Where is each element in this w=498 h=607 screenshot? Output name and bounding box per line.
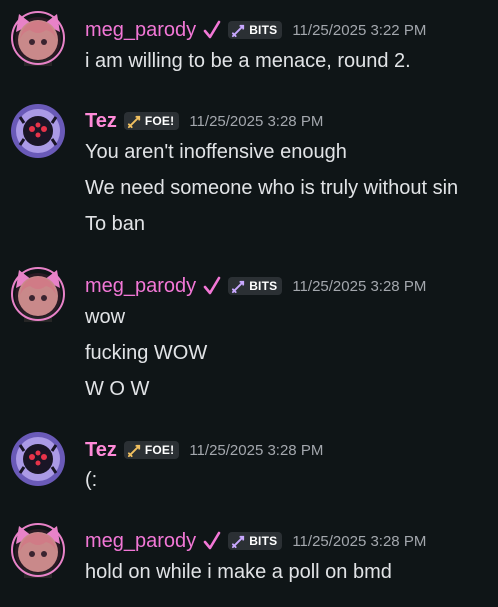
avatar[interactable] <box>10 431 66 487</box>
message-text: fucking WOW <box>85 342 208 364</box>
avatar[interactable] <box>10 10 66 66</box>
sword-icon <box>232 535 245 548</box>
message-header: Tez FOE! 11/25/2025 3:28 PM <box>85 108 323 134</box>
message-text: We need someone who is truly without sin <box>85 177 459 199</box>
username[interactable]: meg_parody <box>85 275 196 298</box>
message-header: Tez FOE! 11/25/2025 3:28 PM <box>85 437 323 463</box>
avatar-tez-icon <box>11 432 65 486</box>
message-text: You aren't inoffensive enough <box>85 141 347 163</box>
message-header: meg_parody BITS 11/25/2025 3:28 PM <box>85 273 426 299</box>
tag-label: BITS <box>249 279 278 293</box>
avatar-tez-icon <box>11 104 65 158</box>
username[interactable]: meg_parody <box>85 530 196 553</box>
avatar-meg-icon <box>11 267 65 322</box>
checkmark-icon <box>203 276 221 295</box>
tag-label: BITS <box>249 23 278 37</box>
user-tag[interactable]: FOE! <box>123 112 180 130</box>
checkmark-icon <box>203 531 221 550</box>
avatar[interactable] <box>10 103 66 159</box>
user-tag[interactable]: BITS <box>228 277 283 295</box>
message-header: meg_parody BITS 11/25/2025 3:28 PM <box>85 528 426 554</box>
timestamp[interactable]: 11/25/2025 3:28 PM <box>189 442 323 459</box>
avatar-meg-icon <box>11 523 65 578</box>
sword-icon <box>232 24 245 37</box>
timestamp[interactable]: 11/25/2025 3:28 PM <box>292 278 426 295</box>
username[interactable]: meg_parody <box>85 19 196 42</box>
sword-icon <box>232 280 245 293</box>
avatar[interactable] <box>10 522 66 578</box>
tag-label: FOE! <box>144 114 175 128</box>
timestamp[interactable]: 11/25/2025 3:28 PM <box>189 113 323 130</box>
message-text: i am willing to be a menace, round 2. <box>85 50 411 72</box>
user-tag[interactable]: FOE! <box>123 441 180 459</box>
message-text: To ban <box>85 213 146 235</box>
tag-label: BITS <box>249 534 278 548</box>
timestamp[interactable]: 11/25/2025 3:28 PM <box>292 533 426 550</box>
user-tag[interactable]: BITS <box>228 21 283 39</box>
message-text: W O W <box>85 378 150 400</box>
tag-label: FOE! <box>144 443 175 457</box>
username[interactable]: Tez <box>85 439 117 462</box>
message-text: (: <box>85 469 98 491</box>
user-tag[interactable]: BITS <box>228 532 283 550</box>
message-text: wow <box>85 306 126 328</box>
avatar[interactable] <box>10 266 66 322</box>
avatar-meg-icon <box>11 11 65 66</box>
timestamp[interactable]: 11/25/2025 3:22 PM <box>292 22 426 39</box>
message-text: hold on while i make a poll on bmd <box>85 561 392 583</box>
sword-icon <box>127 115 140 128</box>
checkmark-icon <box>203 20 221 39</box>
message-header: meg_parody BITS 11/25/2025 3:22 PM <box>85 17 426 43</box>
sword-icon <box>127 444 140 457</box>
username[interactable]: Tez <box>85 110 117 133</box>
